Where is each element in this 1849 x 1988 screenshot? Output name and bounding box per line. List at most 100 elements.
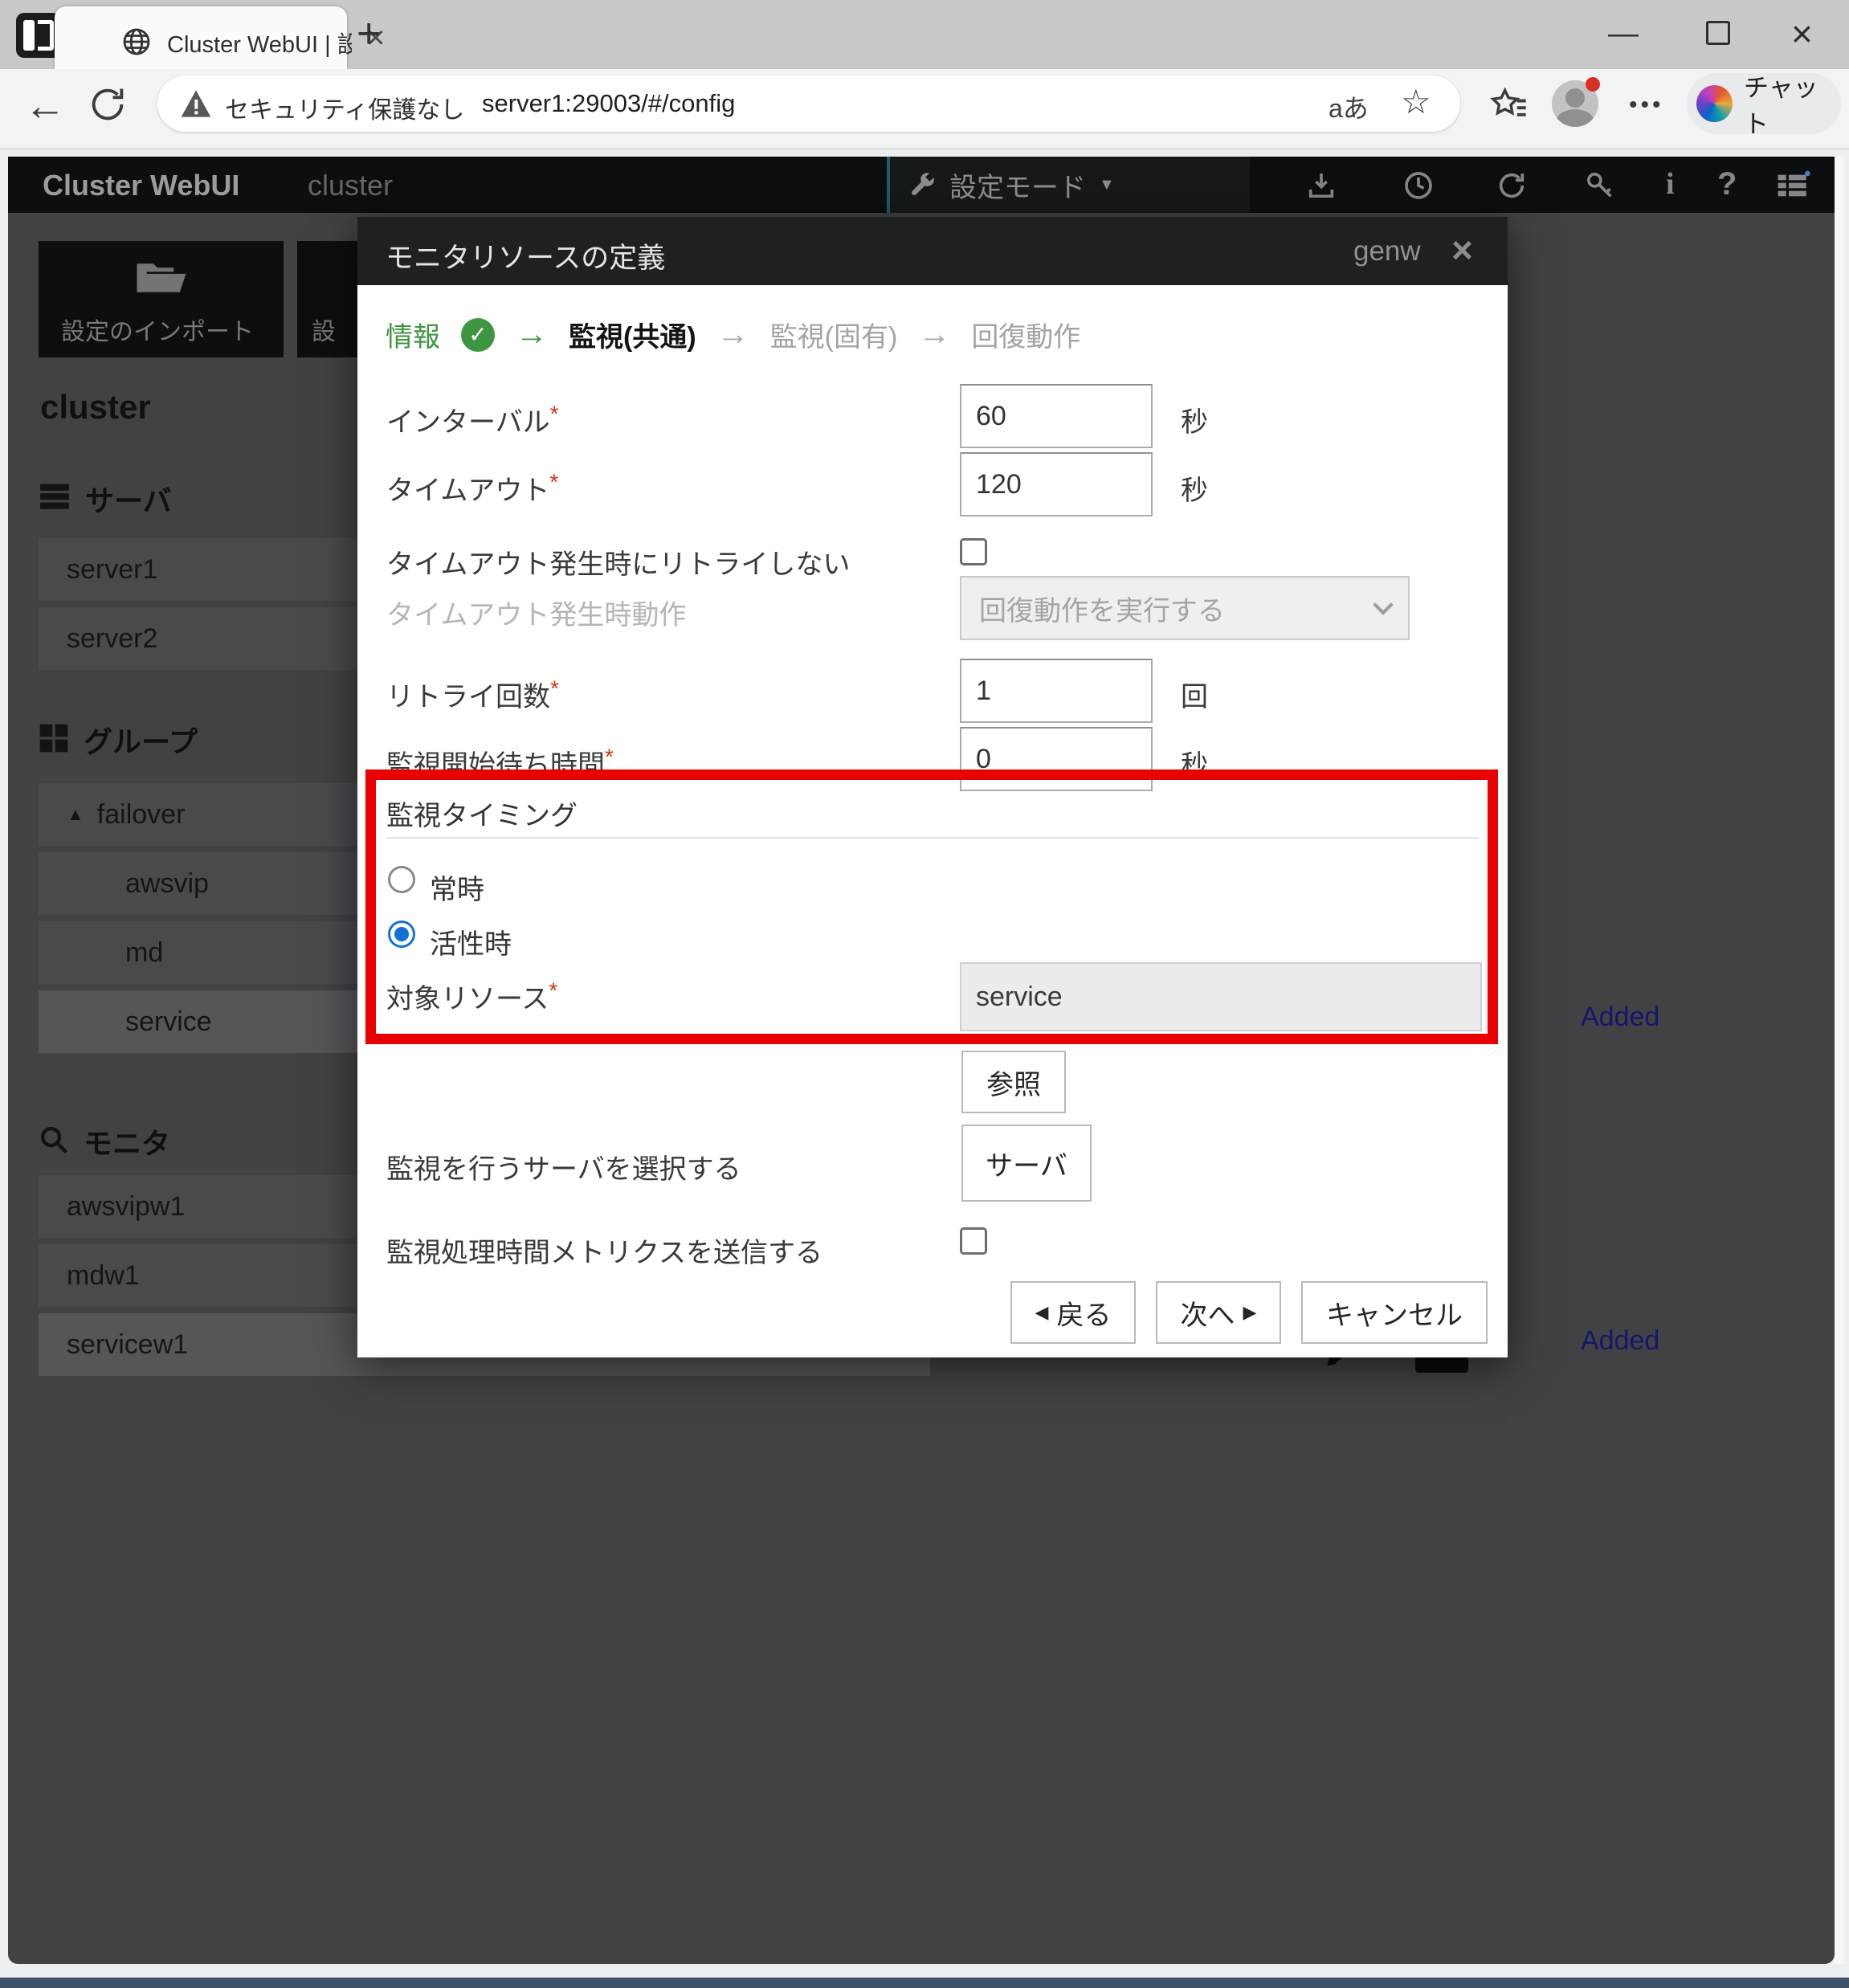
radio-dot xyxy=(394,927,409,941)
required-asterisk: * xyxy=(549,978,557,1003)
copilot-chat-button[interactable]: チャット xyxy=(1687,73,1841,134)
chevron-down-icon: ▼ xyxy=(1099,176,1115,194)
status-added-servicew1[interactable]: Added xyxy=(1581,1325,1659,1357)
timeout-unit: 秒 xyxy=(1181,468,1208,508)
timing-active-label: 活性時 xyxy=(430,922,512,961)
export-config-button-partial[interactable]: 設 xyxy=(297,241,361,357)
label-text: 監視開始待ち時間 xyxy=(386,750,605,781)
required-asterisk: * xyxy=(550,676,559,701)
favorites-list-icon[interactable] xyxy=(1488,85,1529,131)
sidebar-item-label: failover xyxy=(97,799,186,831)
sidebar-item-label: server2 xyxy=(67,623,157,655)
list-menu-icon[interactable] xyxy=(1775,169,1810,202)
status-added-service[interactable]: Added xyxy=(1581,1002,1659,1033)
help-icon[interactable]: ? xyxy=(1717,166,1737,202)
wait-time-input[interactable] xyxy=(960,727,1153,791)
profile-notification-dot xyxy=(1586,77,1600,92)
cancel-button[interactable]: キャンセル xyxy=(1301,1281,1488,1344)
server-select-label: 監視を行うサーバを選択する xyxy=(386,1147,741,1186)
sidebar-item-label: md xyxy=(125,937,163,969)
server-icon xyxy=(39,483,71,516)
next-button[interactable]: 次へ ▶ xyxy=(1156,1281,1281,1344)
window-maximize-button[interactable] xyxy=(1706,21,1730,45)
section-servers: サーバ xyxy=(39,478,172,520)
refresh-icon[interactable] xyxy=(87,84,129,129)
back-arrow-icon: ◀ xyxy=(1035,1302,1049,1323)
timing-active-radio[interactable] xyxy=(388,921,415,948)
sidebar-item-label: awsvip xyxy=(125,868,209,900)
server-button-label: サーバ xyxy=(986,1144,1067,1183)
browser-tab[interactable]: Cluster WebUI | 設定モード × xyxy=(55,6,347,69)
retry-count-label: リトライ回数* xyxy=(386,675,559,714)
info-icon[interactable]: i xyxy=(1666,166,1675,202)
section-monitors-label: モニタ xyxy=(84,1121,170,1162)
config-mode-dropdown[interactable]: 設定モード ▼ xyxy=(887,157,1250,213)
back-icon[interactable]: ← xyxy=(24,82,66,130)
page-viewport: Cluster WebUI cluster 設定モード ▼ i xyxy=(8,157,1835,1964)
sidebar-item-label: server1 xyxy=(67,554,157,586)
more-menu-icon[interactable]: ••• xyxy=(1629,92,1664,119)
download-icon[interactable] xyxy=(1305,169,1337,202)
step-arrow-icon: → xyxy=(516,316,548,353)
step-info[interactable]: 情報 xyxy=(386,315,440,354)
address-bar[interactable]: セキュリティ保護なし server1:29003/#/config aあ ☆ xyxy=(157,76,1460,132)
step-recovery[interactable]: 回復動作 xyxy=(971,315,1080,354)
new-tab-button[interactable]: + xyxy=(357,11,381,56)
window-minimize-button[interactable]: — xyxy=(1608,14,1639,53)
favorite-star-icon[interactable]: ☆ xyxy=(1401,84,1431,120)
label-text: リトライ回数 xyxy=(386,682,550,712)
target-resource-label: 対象リソース* xyxy=(386,977,557,1016)
timing-section-title: 監視タイミング xyxy=(386,794,578,833)
close-icon[interactable]: × xyxy=(1451,231,1473,268)
metrics-checkbox[interactable] xyxy=(960,1227,987,1255)
tab-strip: Cluster WebUI | 設定モード × + — × xyxy=(0,0,1849,69)
copilot-label: チャット xyxy=(1744,67,1841,140)
retry-count-unit: 回 xyxy=(1181,675,1208,714)
key-icon[interactable] xyxy=(1584,169,1616,202)
avatar-shoulders xyxy=(1557,109,1594,127)
tab-title: Cluster WebUI | 設定モード xyxy=(167,26,352,59)
page-scrollbar[interactable] xyxy=(1835,157,1844,1964)
interval-input[interactable] xyxy=(960,384,1153,448)
collapse-arrow-icon[interactable]: ▲ xyxy=(67,804,84,825)
retry-count-input[interactable] xyxy=(960,659,1153,723)
folder-icon xyxy=(135,257,188,303)
browse-button-label: 参照 xyxy=(986,1063,1041,1102)
chevron-down-icon xyxy=(1373,594,1393,614)
back-button[interactable]: ◀ 戻る xyxy=(1010,1281,1136,1344)
browse-button[interactable]: 参照 xyxy=(961,1051,1066,1113)
clock-icon[interactable] xyxy=(1402,169,1435,202)
cancel-button-label: キャンセル xyxy=(1326,1293,1463,1333)
section-servers-label: サーバ xyxy=(85,478,172,520)
browser-window: Cluster WebUI | 設定モード × + — × ← セキュリティ保護… xyxy=(0,0,1849,1988)
section-divider xyxy=(386,837,1479,839)
server-select-button[interactable]: サーバ xyxy=(961,1125,1092,1202)
sidebar-item-label: service xyxy=(125,1006,212,1038)
translate-icon[interactable]: aあ xyxy=(1329,88,1369,125)
mode-label: 設定モード xyxy=(949,165,1086,205)
dialog-header: モニタリソースの定義 genw × xyxy=(357,217,1508,285)
copilot-icon xyxy=(1696,85,1733,122)
step-monitor-specific[interactable]: 監視(固有) xyxy=(770,315,898,354)
export-config-label-partial: 設 xyxy=(312,312,336,347)
window-close-button[interactable]: × xyxy=(1791,14,1813,53)
timing-always-radio[interactable] xyxy=(388,866,415,893)
browser-toolbar: ← セキュリティ保護なし server1:29003/#/config aあ ☆ xyxy=(0,69,1849,149)
section-groups: グループ xyxy=(39,719,198,761)
timeout-label: タイムアウト* xyxy=(386,468,558,508)
page-title: cluster xyxy=(40,388,151,427)
label-text: インターバル xyxy=(386,407,550,438)
timeout-input[interactable] xyxy=(960,452,1153,516)
sidebar-item-label: mdw1 xyxy=(67,1260,140,1292)
timeout-action-select: 回復動作を実行する xyxy=(960,576,1410,640)
import-config-button[interactable]: 設定のインポート xyxy=(39,241,284,357)
back-button-label: 戻る xyxy=(1056,1293,1111,1333)
timeout-action-value: 回復動作を実行する xyxy=(979,589,1225,628)
no-retry-checkbox[interactable] xyxy=(960,538,987,565)
no-retry-label: タイムアウト発生時にリトライしない xyxy=(386,542,850,582)
step-monitor-common[interactable]: 監視(共通) xyxy=(569,315,696,354)
required-asterisk: * xyxy=(605,745,614,769)
window-bottom-edge xyxy=(0,1978,1849,1988)
timeout-action-label: タイムアウト発生時動作 xyxy=(386,593,686,632)
refresh-sync-icon[interactable] xyxy=(1496,169,1528,202)
